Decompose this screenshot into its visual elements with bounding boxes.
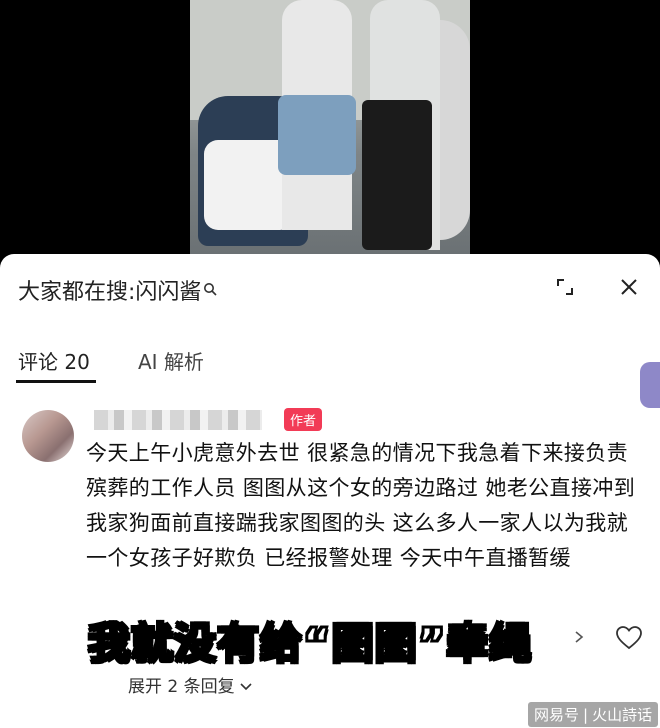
comment-text: 今天上午小虎意外去世 很紧急的情况下我急着下来接负责殡葬的工作人员 图图从这个女…	[86, 441, 636, 570]
reply-icon[interactable]	[574, 630, 584, 648]
watermark-site: 网易号	[534, 706, 580, 724]
author-badge: 作者	[284, 408, 323, 431]
watermark-separator: |	[583, 706, 589, 724]
video-person-skirt	[362, 100, 432, 250]
close-icon[interactable]	[612, 270, 646, 304]
video-area[interactable]	[0, 0, 660, 254]
expand-icon[interactable]	[548, 270, 582, 304]
active-tab-indicator	[16, 380, 96, 383]
chevron-down-icon	[240, 677, 252, 697]
search-icon[interactable]	[203, 281, 218, 300]
trending-search[interactable]: 大家都在搜: 闪闪酱	[18, 274, 218, 306]
username-blurred[interactable]	[94, 410, 262, 430]
trending-search-label: 大家都在搜:	[18, 280, 136, 305]
watermark: 网易号 | 火山詩话	[528, 702, 659, 727]
trending-search-keyword[interactable]: 闪闪酱	[135, 274, 201, 306]
tab-comments[interactable]: 评论 20	[18, 346, 90, 375]
video-frame[interactable]	[190, 0, 470, 254]
tab-ai-analysis[interactable]: AI 解析	[138, 346, 204, 375]
video-caption-overlay: 我就没有给“图图”牵绳	[87, 618, 533, 669]
avatar[interactable]	[22, 410, 74, 462]
comments-panel: 大家都在搜: 闪闪酱 评论 20 AI 解析 作者 今天上午小虎意外去世 很紧急…	[0, 254, 660, 728]
expand-replies-button[interactable]: 展开 2 条回复	[128, 672, 252, 697]
watermark-account: 火山詩话	[592, 706, 653, 724]
video-person-shorts	[278, 95, 356, 175]
expand-replies-label: 展开 2 条回复	[128, 677, 235, 697]
heart-icon[interactable]	[616, 626, 642, 657]
side-floating-button[interactable]	[640, 362, 660, 408]
comment-tabs: 评论 20 AI 解析	[0, 338, 660, 388]
